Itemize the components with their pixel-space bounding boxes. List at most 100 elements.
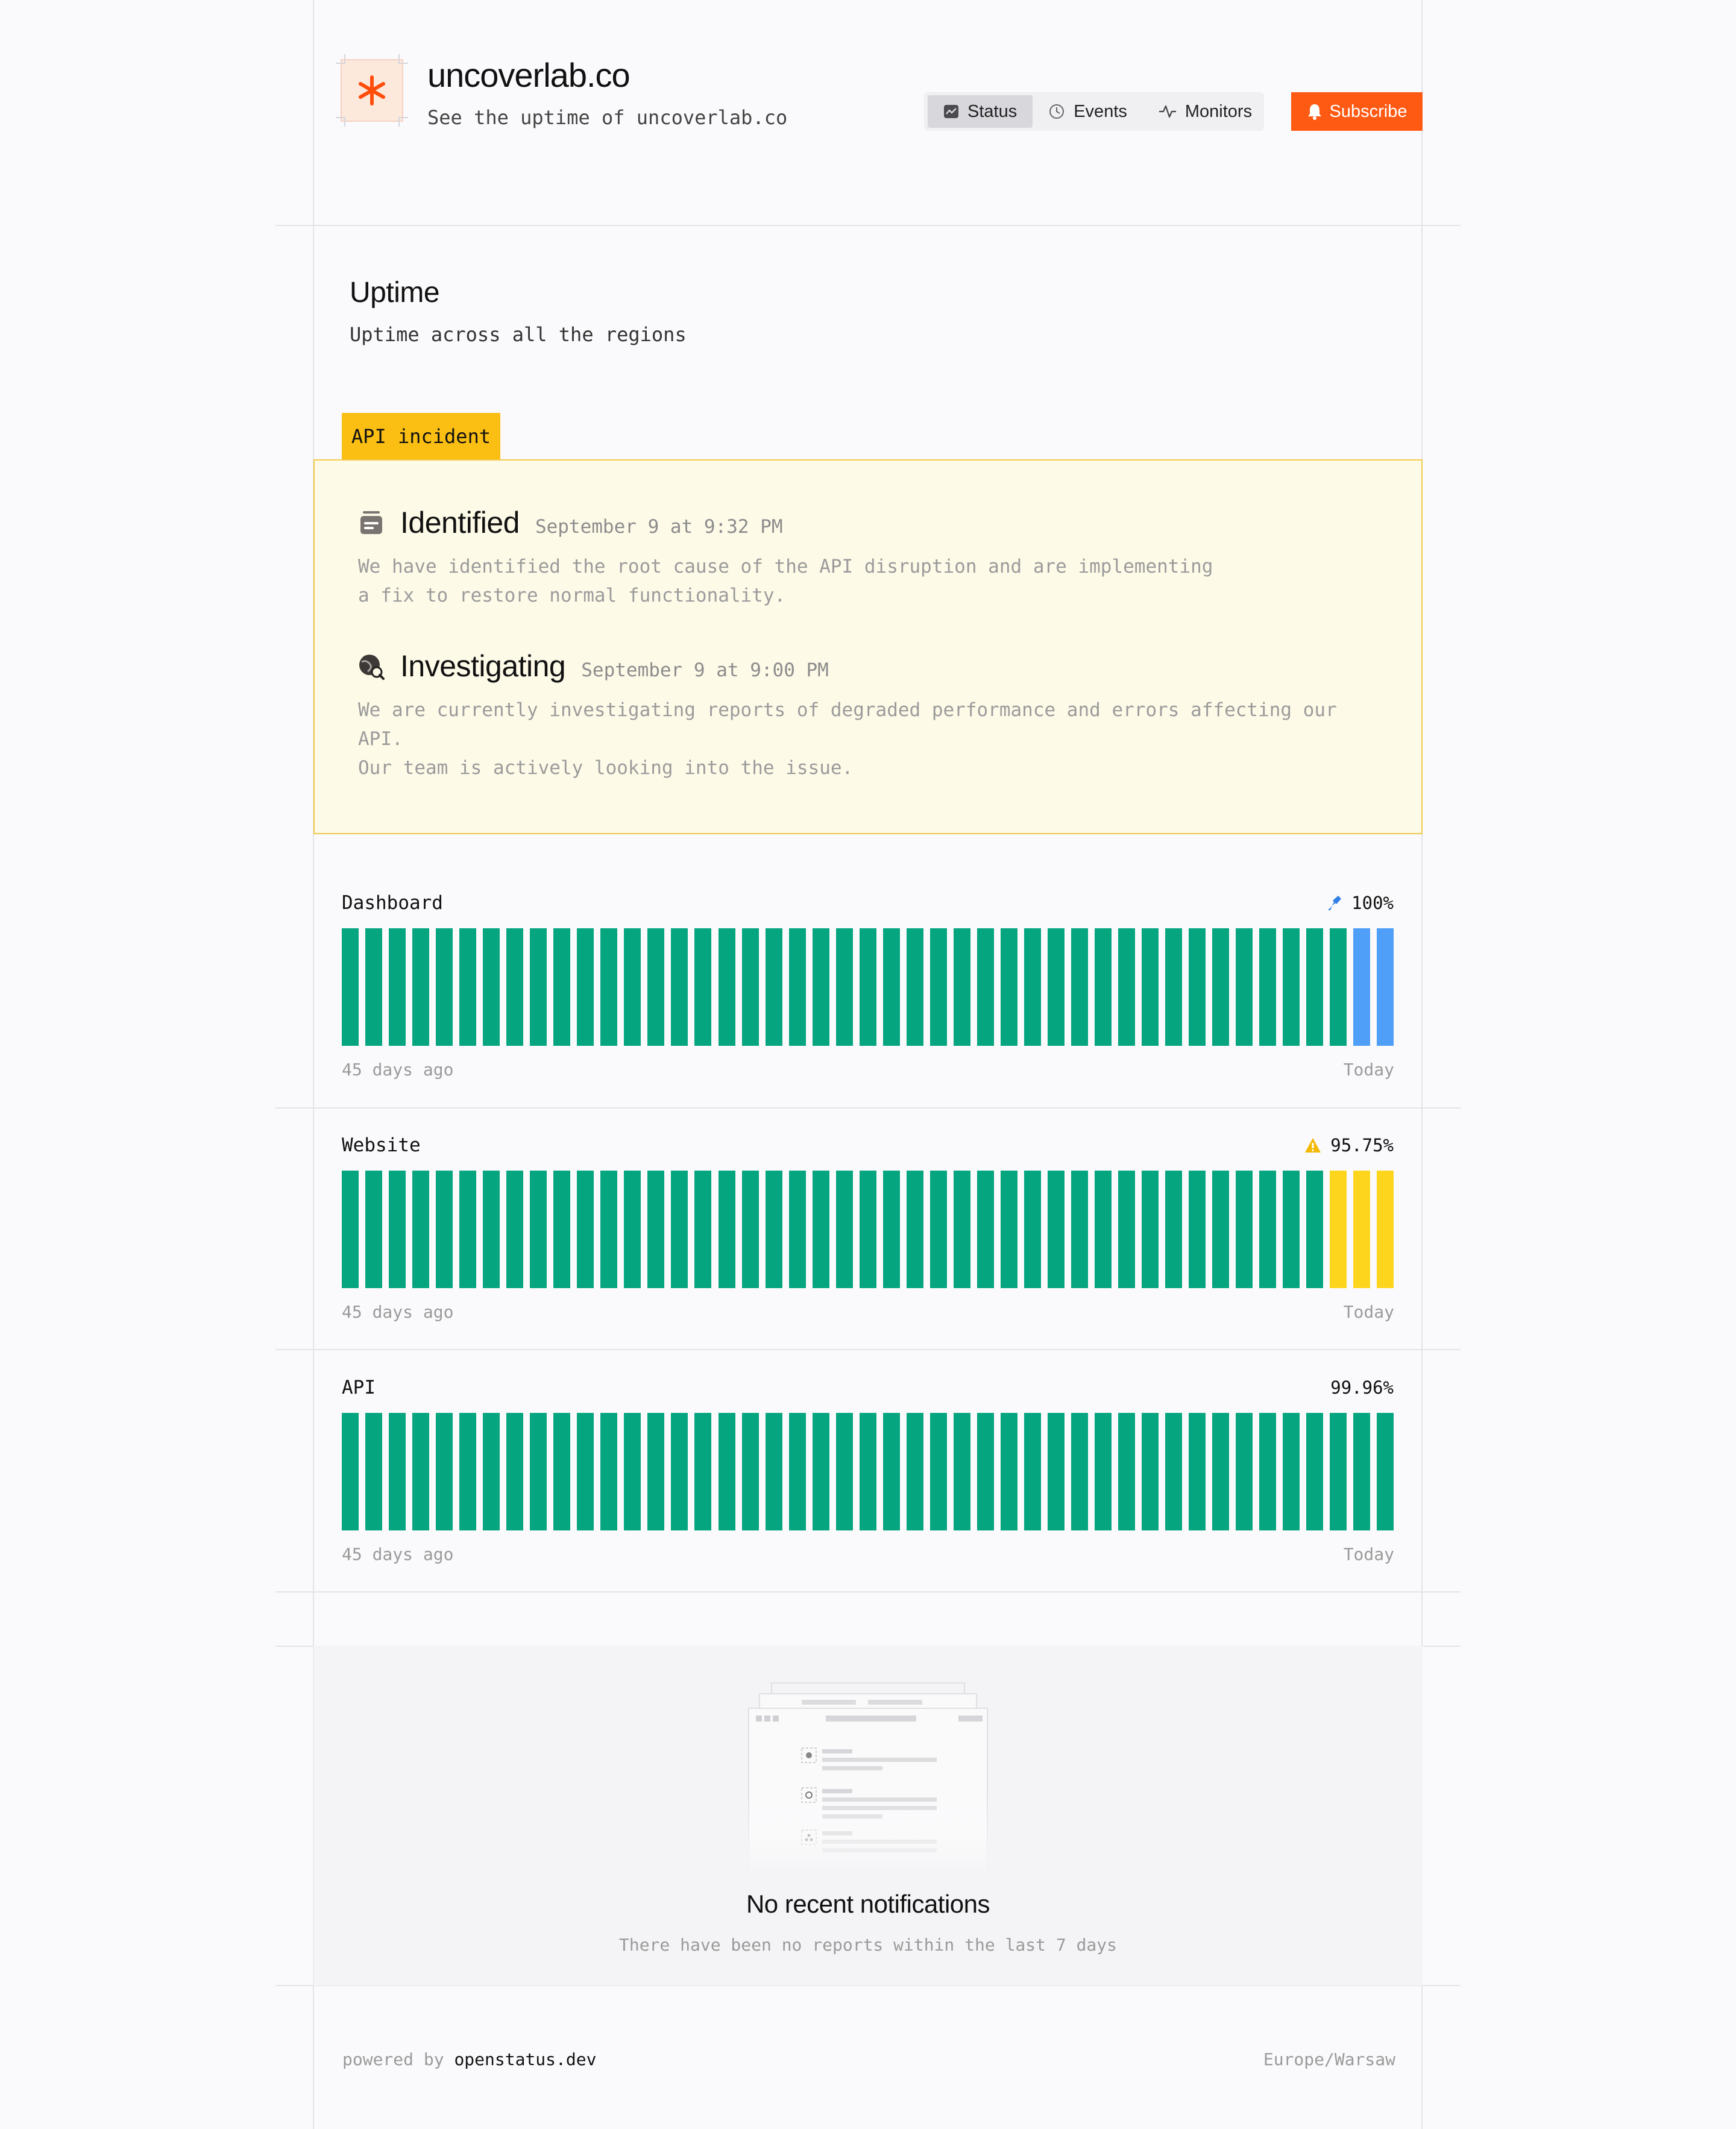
uptime-bar[interactable] (812, 1171, 829, 1288)
uptime-bar[interactable] (1024, 928, 1041, 1046)
uptime-bar[interactable] (976, 928, 994, 1046)
uptime-bar[interactable] (694, 1171, 712, 1288)
uptime-bar[interactable] (694, 928, 712, 1046)
uptime-bar[interactable] (1353, 1171, 1371, 1288)
uptime-bar[interactable] (365, 1171, 383, 1288)
openstatus-link[interactable]: openstatus.dev (454, 2049, 596, 2069)
uptime-bar[interactable] (1071, 1413, 1088, 1530)
uptime-bar[interactable] (600, 928, 618, 1046)
uptime-bar[interactable] (1236, 928, 1253, 1046)
uptime-bar[interactable] (1165, 928, 1183, 1046)
uptime-bar[interactable] (436, 1413, 453, 1530)
uptime-bar[interactable] (1071, 928, 1088, 1046)
uptime-bar[interactable] (906, 928, 923, 1046)
uptime-bar[interactable] (765, 1413, 782, 1530)
uptime-bar[interactable] (1000, 1171, 1017, 1288)
uptime-bar[interactable] (600, 1413, 618, 1530)
uptime-bar[interactable] (812, 928, 829, 1046)
uptime-bar[interactable] (412, 1171, 430, 1288)
uptime-bar[interactable] (1071, 1171, 1088, 1288)
uptime-bar[interactable] (577, 1171, 594, 1288)
uptime-bar[interactable] (1377, 1413, 1394, 1530)
uptime-bar[interactable] (389, 1171, 406, 1288)
uptime-bar[interactable] (718, 928, 735, 1046)
uptime-bar[interactable] (835, 1171, 853, 1288)
uptime-bar[interactable] (812, 1413, 829, 1530)
uptime-bar[interactable] (1095, 1413, 1112, 1530)
site-logo[interactable] (336, 54, 408, 127)
uptime-bar[interactable] (600, 1171, 618, 1288)
uptime-bar[interactable] (765, 1171, 782, 1288)
uptime-bar[interactable] (342, 1171, 359, 1288)
uptime-bar[interactable] (624, 1413, 641, 1530)
uptime-bar[interactable] (1000, 928, 1017, 1046)
incident-tag[interactable]: API incident (342, 413, 500, 460)
uptime-bar[interactable] (389, 928, 406, 1046)
uptime-bar[interactable] (506, 1413, 524, 1530)
uptime-bar[interactable] (1189, 1171, 1206, 1288)
uptime-bar[interactable] (530, 1171, 547, 1288)
uptime-bar[interactable] (1283, 928, 1300, 1046)
uptime-bar[interactable] (859, 928, 876, 1046)
uptime-bar[interactable] (365, 1413, 383, 1530)
uptime-bar[interactable] (1165, 1171, 1183, 1288)
uptime-bar[interactable] (1142, 1413, 1159, 1530)
uptime-bar[interactable] (459, 928, 477, 1046)
uptime-bar[interactable] (436, 928, 453, 1046)
nav-tab-status[interactable]: Status (928, 95, 1033, 128)
uptime-bar[interactable] (483, 928, 500, 1046)
subscribe-button[interactable]: Subscribe (1291, 92, 1423, 131)
uptime-bar[interactable] (718, 1413, 735, 1530)
uptime-bar[interactable] (953, 928, 970, 1046)
uptime-bar[interactable] (741, 928, 759, 1046)
uptime-bar[interactable] (835, 1413, 853, 1530)
uptime-bar[interactable] (412, 928, 430, 1046)
uptime-bar[interactable] (1330, 928, 1347, 1046)
uptime-bar[interactable] (506, 928, 524, 1046)
uptime-bar[interactable] (1377, 1171, 1394, 1288)
uptime-bar[interactable] (788, 928, 806, 1046)
uptime-bar[interactable] (506, 1171, 524, 1288)
uptime-bar[interactable] (412, 1413, 430, 1530)
uptime-bar[interactable] (342, 928, 359, 1046)
nav-tab-events[interactable]: Events (1033, 95, 1143, 128)
uptime-bar[interactable] (906, 1171, 923, 1288)
uptime-bar[interactable] (835, 928, 853, 1046)
uptime-bar[interactable] (741, 1413, 759, 1530)
uptime-bar[interactable] (1095, 1171, 1112, 1288)
uptime-bar[interactable] (929, 1413, 947, 1530)
uptime-bar[interactable] (1165, 1413, 1183, 1530)
uptime-bar[interactable] (882, 1171, 900, 1288)
uptime-bar[interactable] (1024, 1413, 1041, 1530)
uptime-bar[interactable] (624, 1171, 641, 1288)
uptime-bar[interactable] (671, 1171, 688, 1288)
uptime-bar[interactable] (906, 1413, 923, 1530)
uptime-bar[interactable] (1306, 928, 1324, 1046)
uptime-bar[interactable] (718, 1171, 735, 1288)
uptime-bar[interactable] (1236, 1413, 1253, 1530)
uptime-bar[interactable] (671, 928, 688, 1046)
uptime-bar[interactable] (976, 1171, 994, 1288)
uptime-bar[interactable] (530, 928, 547, 1046)
uptime-bar[interactable] (1142, 1171, 1159, 1288)
uptime-bar[interactable] (553, 1171, 571, 1288)
uptime-bar[interactable] (530, 1413, 547, 1530)
uptime-bar[interactable] (859, 1171, 876, 1288)
uptime-bar[interactable] (1212, 1413, 1230, 1530)
uptime-bar[interactable] (953, 1413, 970, 1530)
uptime-bar[interactable] (1330, 1171, 1347, 1288)
uptime-bar[interactable] (1259, 1413, 1277, 1530)
uptime-bar[interactable] (647, 1171, 665, 1288)
uptime-bar[interactable] (882, 928, 900, 1046)
uptime-bar[interactable] (976, 1413, 994, 1530)
uptime-bar[interactable] (1047, 1413, 1065, 1530)
uptime-bar[interactable] (1259, 928, 1277, 1046)
uptime-bar[interactable] (365, 928, 383, 1046)
uptime-bar[interactable] (1330, 1413, 1347, 1530)
uptime-bar[interactable] (553, 928, 571, 1046)
uptime-bar[interactable] (483, 1171, 500, 1288)
uptime-bar[interactable] (1189, 1413, 1206, 1530)
uptime-bar[interactable] (1353, 1413, 1371, 1530)
uptime-bar[interactable] (577, 1413, 594, 1530)
uptime-bar[interactable] (788, 1171, 806, 1288)
